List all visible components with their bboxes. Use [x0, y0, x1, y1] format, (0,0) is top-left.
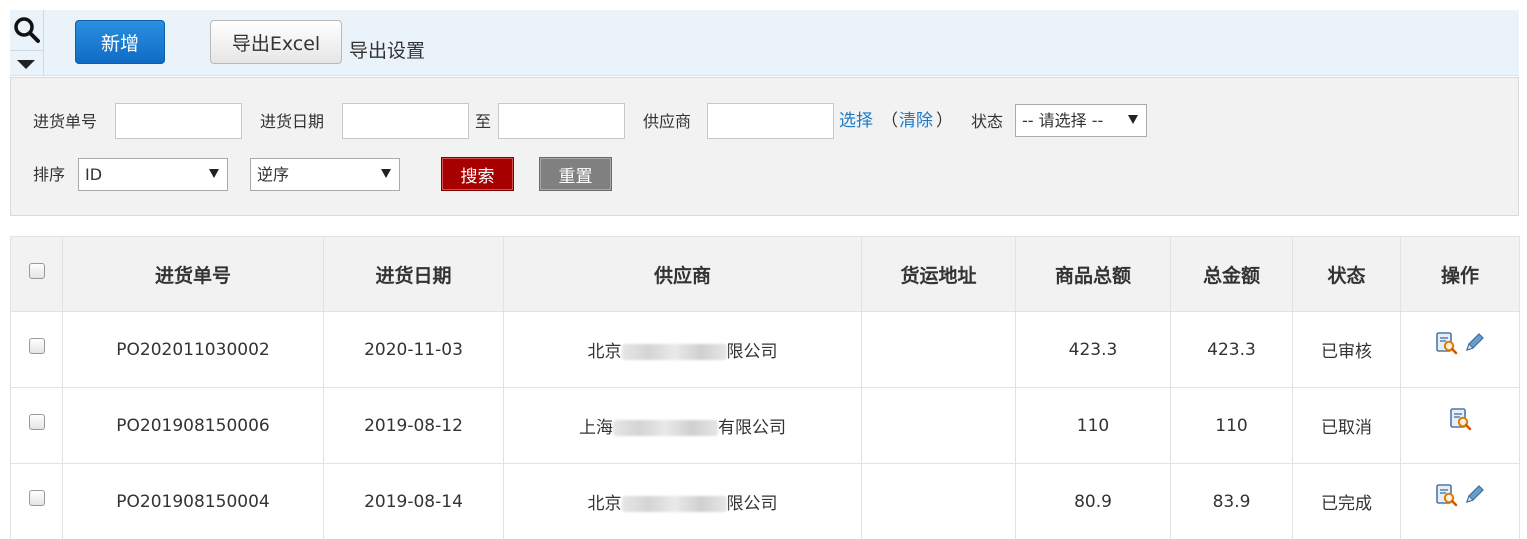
clear-supplier-link[interactable]: 清除 — [899, 111, 933, 131]
row-actions — [1434, 483, 1486, 507]
actions-cell — [1400, 311, 1520, 388]
row-checkbox[interactable] — [28, 413, 45, 430]
supplier-suffix: 限公司 — [726, 342, 778, 362]
column-header: 总金额 — [1170, 236, 1293, 312]
status-cell: 已取消 — [1292, 387, 1401, 464]
sort-label: 排序 — [33, 165, 66, 184]
supplier-suffix: 有限公司 — [718, 418, 786, 438]
order-no-cell: PO202011030002 — [62, 311, 324, 388]
row-actions — [1448, 407, 1472, 431]
redacted-text — [613, 420, 718, 436]
order-no-cell: PO201908150004 — [62, 463, 324, 539]
view-details-icon[interactable] — [1434, 483, 1458, 507]
view-details-icon[interactable] — [1434, 331, 1458, 355]
address-cell — [861, 463, 1016, 539]
pencil-edit-icon[interactable] — [1462, 331, 1486, 355]
total-cell: 110 — [1170, 387, 1293, 464]
sort-field-value: ID — [85, 165, 103, 184]
row-select-cell — [10, 463, 63, 539]
select-supplier-link[interactable]: 选择 — [839, 111, 873, 131]
order-no-cell: PO201908150006 — [62, 387, 324, 464]
sort-order-value: 逆序 — [257, 165, 290, 184]
column-header: 状态 — [1292, 236, 1401, 312]
toggle-divider — [10, 50, 44, 51]
order-no-label: 进货单号 — [33, 112, 98, 131]
table-row: PO201908150004 2019-08-14 北京 限公司 80.9 83.9 已完成 — [10, 463, 1520, 539]
redacted-text — [621, 496, 727, 512]
sort-field-select[interactable]: ID — [78, 158, 228, 191]
pencil-edit-icon[interactable] — [1462, 483, 1486, 507]
supplier-cell: 北京 限公司 — [503, 311, 862, 388]
date-to-label: 至 — [475, 112, 492, 131]
goods-total-cell: 110 — [1015, 387, 1171, 464]
goods-total-cell: 423.3 — [1015, 311, 1171, 388]
export-excel-button[interactable]: 导出Excel — [210, 20, 342, 64]
toolbar: 新增 导出Excel 导出设置 — [10, 10, 1519, 76]
search-toggle[interactable] — [10, 10, 44, 76]
date-cell: 2019-08-14 — [323, 463, 504, 539]
view-details-icon[interactable] — [1448, 407, 1472, 431]
export-settings-link[interactable]: 导出设置 — [349, 36, 425, 63]
row-select-cell — [10, 387, 63, 464]
dropdown-arrow-icon — [209, 169, 219, 178]
actions-cell — [1400, 463, 1520, 539]
supplier-label: 供应商 — [643, 112, 692, 131]
clear-open-paren: （ — [881, 111, 898, 131]
column-header: 商品总额 — [1015, 236, 1171, 312]
row-actions — [1434, 331, 1486, 355]
status-cell: 已完成 — [1292, 463, 1401, 539]
supplier-prefix: 北京 — [587, 342, 622, 362]
table-header-row: 进货单号 进货日期 供应商 货运地址 商品总额 总金额 状态 操作 — [10, 236, 1520, 312]
date-to-input[interactable] — [498, 103, 625, 139]
order-no-input[interactable] — [115, 103, 242, 139]
date-from-input[interactable] — [342, 103, 469, 139]
date-label: 进货日期 — [260, 112, 325, 131]
column-header: 操作 — [1400, 236, 1520, 312]
status-label: 状态 — [971, 112, 1004, 131]
column-header: 进货单号 — [62, 236, 324, 312]
select-all-cell — [10, 236, 63, 312]
table-row: PO201908150006 2019-08-12 上海 有限公司 110 110 已取消 — [10, 387, 1520, 464]
address-cell — [861, 311, 1016, 388]
status-select-value: -- 请选择 -- — [1022, 111, 1104, 130]
sort-order-select[interactable]: 逆序 — [250, 158, 400, 191]
date-cell: 2019-08-12 — [323, 387, 504, 464]
purchase-order-table: 进货单号 进货日期 供应商 货运地址 商品总额 总金额 状态 操作 PO2020… — [10, 236, 1520, 539]
column-header: 进货日期 — [323, 236, 504, 312]
supplier-prefix: 上海 — [579, 418, 613, 438]
add-button[interactable]: 新增 — [75, 20, 165, 64]
column-header: 供应商 — [503, 236, 862, 312]
total-cell: 423.3 — [1170, 311, 1293, 388]
clear-close-paren: ） — [936, 111, 953, 131]
magnifier-icon[interactable] — [13, 16, 41, 44]
total-cell: 83.9 — [1170, 463, 1293, 539]
dropdown-arrow-icon — [1128, 115, 1138, 124]
table-row: PO202011030002 2020-11-03 北京 限公司 423.3 423.3 已… — [10, 311, 1520, 388]
select-all-checkbox[interactable] — [28, 262, 45, 279]
dropdown-arrow-icon — [381, 169, 391, 178]
column-header: 货运地址 — [861, 236, 1016, 312]
goods-total-cell: 80.9 — [1015, 463, 1171, 539]
supplier-input[interactable] — [707, 103, 834, 139]
supplier-cell: 上海 有限公司 — [503, 387, 862, 464]
actions-cell — [1400, 387, 1520, 464]
supplier-prefix: 北京 — [587, 494, 622, 514]
address-cell — [861, 387, 1016, 464]
status-cell: 已审核 — [1292, 311, 1401, 388]
row-checkbox[interactable] — [28, 489, 45, 506]
reset-button[interactable]: 重置 — [539, 157, 612, 191]
supplier-cell: 北京 限公司 — [503, 463, 862, 539]
caret-down-icon[interactable] — [17, 60, 35, 69]
filter-panel: 进货单号 进货日期 至 供应商 选择 （ 清除 ） 状态 -- 请选择 -- 排… — [10, 77, 1519, 216]
supplier-suffix: 限公司 — [726, 494, 778, 514]
row-select-cell — [10, 311, 63, 388]
date-cell: 2020-11-03 — [323, 311, 504, 388]
row-checkbox[interactable] — [28, 337, 45, 354]
search-button[interactable]: 搜索 — [441, 157, 514, 191]
redacted-text — [621, 344, 727, 360]
status-select[interactable]: -- 请选择 -- — [1015, 104, 1147, 137]
